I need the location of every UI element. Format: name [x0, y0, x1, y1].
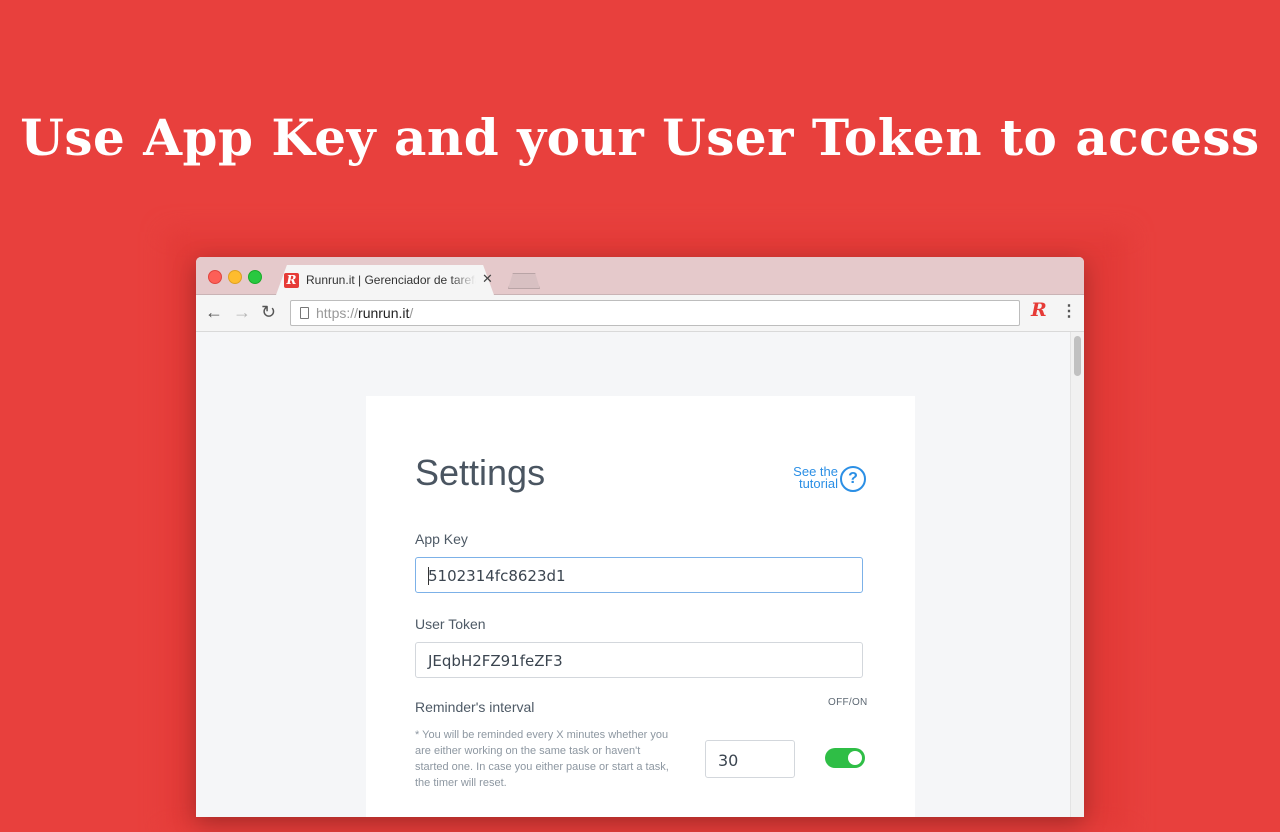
headline: Use App Key and your User Token to acces… — [20, 108, 1260, 167]
url-scheme: https:// — [316, 305, 359, 321]
maximize-window-button[interactable] — [248, 270, 262, 284]
forward-arrow-icon[interactable]: → — [233, 302, 251, 322]
interval-minutes-field[interactable]: 30 — [705, 740, 795, 778]
close-window-button[interactable] — [208, 270, 222, 284]
page-viewport: Settings See the tutorial ? App Key 5102… — [196, 332, 1070, 817]
browser-window: R Runrun.it | Gerenciador de tarefas ✕ ←… — [196, 257, 1084, 817]
user-token-label: User Token — [415, 616, 486, 632]
reminder-hint: * You will be reminded every X minutes w… — [415, 729, 669, 789]
help-icon[interactable]: ? — [840, 466, 866, 492]
menu-dots-icon[interactable]: ⋮ — [1061, 301, 1077, 321]
page-title: Settings — [415, 452, 546, 493]
runrun-favicon-icon: R — [284, 273, 299, 288]
browser-toolbar: ← → ↻ https://runrun.it/ R ⋮ — [196, 295, 1084, 332]
url-text: https://runrun.it/ — [316, 305, 413, 321]
reload-icon[interactable]: ↻ — [261, 302, 276, 322]
toggle-knob — [848, 751, 862, 765]
tutorial-line-2: tutorial — [798, 476, 838, 491]
active-tab[interactable]: R Runrun.it | Gerenciador de tarefas ✕ — [284, 265, 500, 295]
tab-bar: R Runrun.it | Gerenciador de tarefas ✕ — [196, 257, 1084, 295]
tab-title: Runrun.it | Gerenciador de tarefas — [306, 273, 476, 287]
vertical-scrollbar[interactable] — [1070, 332, 1084, 817]
user-token-value: JEqbH2FZ91feZF3 — [428, 652, 563, 670]
url-path: / — [409, 305, 414, 321]
interval-minutes-value: 30 — [718, 751, 739, 770]
settings-card: Settings See the tutorial ? App Key 5102… — [366, 396, 915, 817]
toggle-label: OFF/ON — [828, 697, 868, 708]
page-icon — [300, 307, 309, 319]
reminder-interval-label: Reminder's interval — [415, 699, 535, 715]
tutorial-link-text[interactable]: See the tutorial — [778, 465, 838, 491]
app-key-label: App Key — [415, 531, 468, 547]
new-tab-button[interactable] — [508, 273, 540, 289]
address-bar[interactable]: https://runrun.it/ — [290, 300, 1020, 326]
reminder-toggle[interactable] — [825, 748, 865, 768]
user-token-field[interactable]: JEqbH2FZ91feZF3 — [415, 642, 863, 678]
back-arrow-icon[interactable]: ← — [205, 302, 223, 322]
text-caret — [428, 567, 429, 585]
app-key-field[interactable]: 5102314fc8623d1 — [415, 557, 863, 593]
close-icon[interactable]: ✕ — [482, 271, 493, 287]
tutorial-link[interactable]: See the tutorial ? — [780, 464, 866, 494]
url-host: runrun.it — [358, 305, 410, 321]
runrun-extension-icon[interactable]: R — [1031, 299, 1047, 321]
scrollbar-thumb[interactable] — [1074, 336, 1081, 376]
minimize-window-button[interactable] — [228, 270, 242, 284]
app-key-value: 5102314fc8623d1 — [428, 567, 566, 585]
